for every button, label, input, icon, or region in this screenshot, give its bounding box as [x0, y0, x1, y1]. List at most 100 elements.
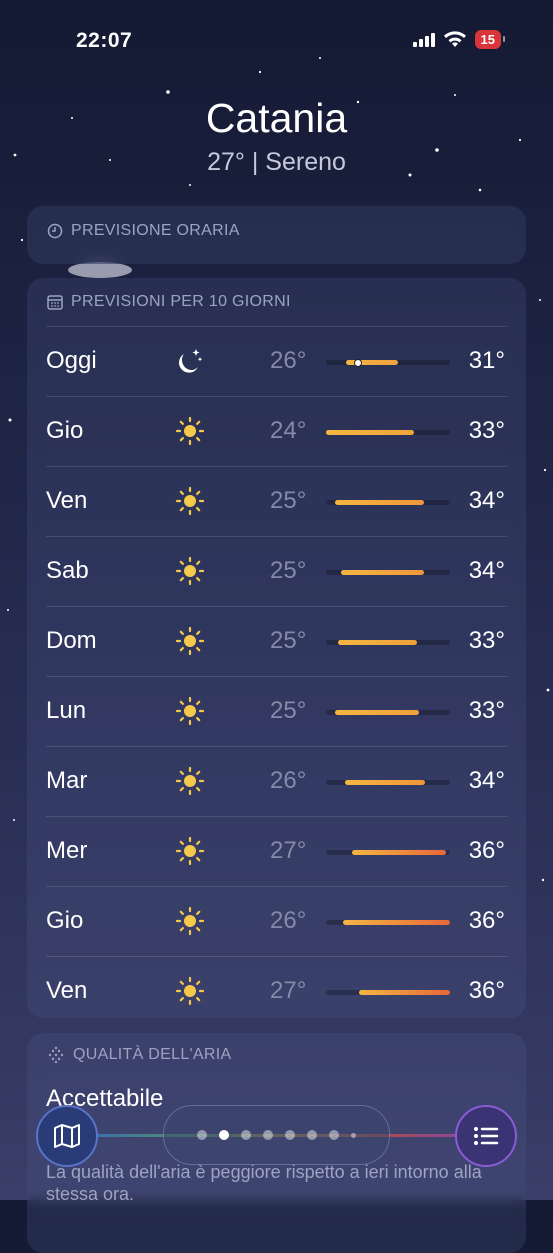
high-temp: 36° [468, 837, 505, 864]
temperature-range-bar [326, 780, 450, 785]
low-temp: 26° [270, 907, 307, 934]
locations-list-button[interactable] [455, 1105, 517, 1167]
sun-icon [174, 765, 206, 797]
high-temp: 36° [468, 977, 505, 1004]
signal-icon [412, 32, 435, 47]
hourly-title: PREVISIONE ORARIA [71, 222, 240, 239]
temperature-range-bar [326, 990, 450, 995]
current-conditions: 27° | Sereno [207, 148, 346, 176]
battery-indicator: 15 [474, 30, 506, 49]
map-button[interactable] [36, 1105, 98, 1167]
temperature-range-fill [352, 850, 447, 855]
high-temp: 36° [468, 907, 505, 934]
page-dot[interactable] [329, 1130, 339, 1140]
sun-icon [174, 415, 206, 447]
forecast-day: Lun [46, 697, 87, 724]
page-dot[interactable] [197, 1130, 207, 1140]
forecast-row: Mer 27° 36° [46, 816, 507, 886]
city-name: Catania [205, 95, 348, 141]
temperature-range-fill [344, 780, 426, 785]
temperature-range-bar [326, 850, 450, 855]
page-dot[interactable] [263, 1130, 273, 1140]
forecast-row: Lun 25° 33° [46, 676, 507, 746]
temperature-range-bar [326, 359, 450, 367]
forecast-row: Oggi 26° 31° [46, 326, 507, 396]
temperature-range-bar [326, 430, 450, 435]
page-dot[interactable] [241, 1130, 251, 1140]
temperature-range-bar [326, 570, 450, 575]
list-icon [474, 1127, 499, 1145]
low-temp: 27° [270, 977, 307, 1004]
low-temp: 24° [270, 417, 307, 444]
low-temp: 27° [270, 837, 307, 864]
temperature-range-fill [343, 920, 450, 925]
forecast-rows: Oggi 26° 31° Gio 24° 33° Ven 25° 34° Sab… [27, 326, 526, 1026]
bottom-toolbar [0, 1100, 553, 1170]
sun-icon [174, 485, 206, 517]
forecast-row: Ven 27° 36° [46, 956, 507, 1026]
moon-stars-icon [174, 345, 206, 377]
forecast-row: Mar 26° 34° [46, 746, 507, 816]
temperature-range-fill [326, 430, 415, 435]
forecast-row: Gio 26° 36° [46, 886, 507, 956]
low-temp: 25° [270, 697, 307, 724]
low-temp: 25° [270, 627, 307, 654]
temperature-range-fill [338, 640, 417, 645]
map-icon [54, 1124, 80, 1148]
page-dot[interactable] [285, 1130, 295, 1140]
forecast-day: Ven [46, 977, 88, 1004]
forecast-day: Gio [46, 907, 84, 934]
sun-icon [174, 975, 206, 1007]
current-temp-marker [354, 359, 362, 367]
ten-day-forecast-card[interactable]: PREVISIONI PER 10 GIORNI Oggi 26° 31° Gi… [27, 278, 526, 1018]
sun-icon [174, 625, 206, 657]
forecast-row: Sab 25° 34° [46, 536, 507, 606]
temperature-range-bar [326, 710, 450, 715]
forecast-day: Mar [46, 767, 88, 794]
forecast-row: Dom 25° 33° [46, 606, 507, 676]
high-temp: 33° [468, 417, 505, 444]
page-dot[interactable] [351, 1132, 356, 1138]
status-bar: 22:07 15 [0, 0, 553, 80]
sun-icon [174, 555, 206, 587]
wifi-icon [443, 31, 466, 47]
temperature-range-fill [334, 500, 424, 505]
temperature-range-bar [326, 920, 450, 925]
high-temp: 33° [468, 627, 505, 654]
forecast-row: Ven 25° 34° [46, 466, 507, 536]
temperature-range-bar [326, 500, 450, 505]
clock: 22:07 [76, 29, 133, 52]
high-temp: 34° [468, 767, 505, 794]
clock-icon [47, 223, 63, 239]
sun-icon [174, 835, 206, 867]
forecast-day: Dom [46, 627, 97, 654]
sun-icon [174, 695, 206, 727]
low-temp: 26° [270, 347, 307, 374]
high-temp: 34° [468, 557, 505, 584]
sun-icon [174, 905, 206, 937]
air-quality-title: QUALITÀ DELL'ARIA [73, 1046, 232, 1063]
temperature-range-fill [359, 990, 450, 995]
forecast-day: Oggi [46, 347, 97, 374]
forecast-row: Gio 24° 33° [46, 396, 507, 466]
temperature-range-fill [334, 710, 419, 715]
high-temp: 33° [468, 697, 505, 724]
hourly-forecast-card[interactable]: PREVISIONE ORARIA [27, 206, 526, 264]
forecast-day: Mer [46, 837, 88, 864]
high-temp: 34° [468, 487, 505, 514]
low-temp: 26° [270, 767, 307, 794]
page-dot[interactable] [219, 1130, 229, 1140]
high-temp: 31° [468, 347, 505, 374]
low-temp: 25° [270, 487, 307, 514]
temperature-range-fill [340, 570, 424, 575]
page-indicator[interactable] [163, 1105, 390, 1165]
forecast-day: Gio [46, 417, 84, 444]
air-quality-icon [48, 1046, 64, 1064]
forecast-day: Ven [46, 487, 88, 514]
page-dot[interactable] [307, 1130, 317, 1140]
forecast-day: Sab [46, 557, 89, 584]
daily-title: PREVISIONI PER 10 GIORNI [71, 293, 291, 310]
calendar-icon [47, 295, 63, 310]
low-temp: 25° [270, 557, 307, 584]
temperature-range-bar [326, 640, 450, 645]
